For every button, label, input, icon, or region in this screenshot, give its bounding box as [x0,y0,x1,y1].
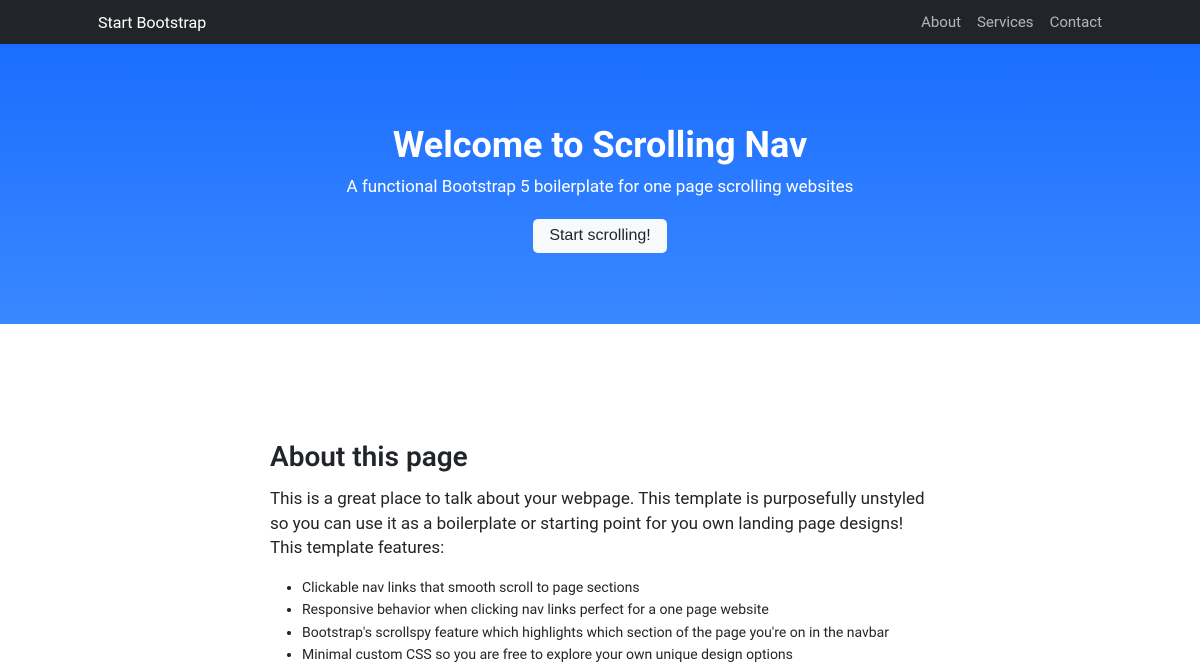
about-lead: This is a great place to talk about your… [270,487,930,561]
about-section: About this page This is a great place to… [0,324,1200,666]
features-list: Clickable nav links that smooth scroll t… [270,577,930,666]
feature-item: Bootstrap's scrollspy feature which high… [302,622,930,644]
feature-item: Clickable nav links that smooth scroll t… [302,577,930,599]
start-scrolling-button[interactable]: Start scrolling! [533,219,666,253]
navbar: Start Bootstrap About Services Contact [0,0,1200,44]
about-container: About this page This is a great place to… [270,440,930,666]
about-heading: About this page [270,440,930,473]
hero-subtitle: A functional Bootstrap 5 boilerplate for… [347,177,854,197]
nav-links: About Services Contact [921,13,1102,31]
nav-link-contact[interactable]: Contact [1050,13,1102,31]
hero-title: Welcome to Scrolling Nav [393,124,807,167]
nav-link-about[interactable]: About [921,13,961,31]
brand-link[interactable]: Start Bootstrap [98,13,206,32]
hero: Welcome to Scrolling Nav A functional Bo… [0,44,1200,324]
feature-item: Minimal custom CSS so you are free to ex… [302,644,930,666]
nav-link-services[interactable]: Services [977,13,1034,31]
feature-item: Responsive behavior when clicking nav li… [302,599,930,621]
